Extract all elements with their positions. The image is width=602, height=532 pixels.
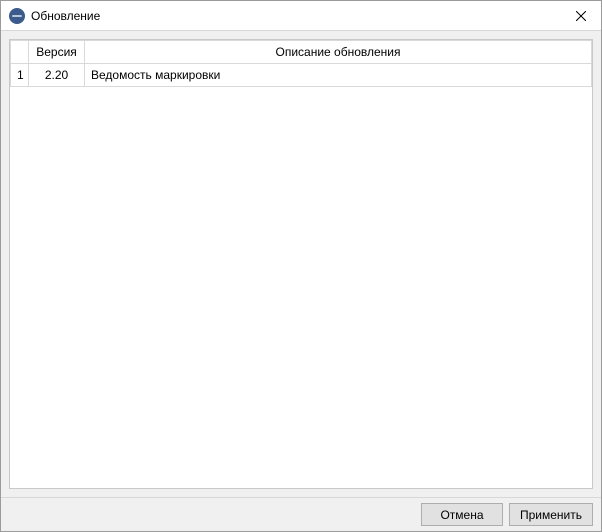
- cancel-button[interactable]: Отмена: [421, 503, 503, 526]
- dialog-footer: Отмена Применить: [1, 497, 601, 531]
- window-title: Обновление: [31, 9, 561, 23]
- updates-grid[interactable]: Версия Описание обновления 1 2.20 Ведомо…: [9, 39, 593, 489]
- table-row[interactable]: 1 2.20 Ведомость маркировки: [11, 64, 592, 87]
- grid-empty-area: [10, 87, 592, 488]
- apply-button[interactable]: Применить: [509, 503, 593, 526]
- row-number: 1: [11, 64, 29, 87]
- cell-description: Ведомость маркировки: [85, 64, 592, 87]
- titlebar: Обновление: [1, 1, 601, 31]
- client-area: Версия Описание обновления 1 2.20 Ведомо…: [1, 31, 601, 497]
- column-header-rownum[interactable]: [11, 41, 29, 64]
- column-header-version[interactable]: Версия: [29, 41, 85, 64]
- app-icon: [9, 8, 25, 24]
- close-button[interactable]: [561, 1, 601, 31]
- close-icon: [576, 11, 586, 21]
- update-dialog: Обновление Версия Описание обно: [0, 0, 602, 532]
- cell-version: 2.20: [29, 64, 85, 87]
- column-header-description[interactable]: Описание обновления: [85, 41, 592, 64]
